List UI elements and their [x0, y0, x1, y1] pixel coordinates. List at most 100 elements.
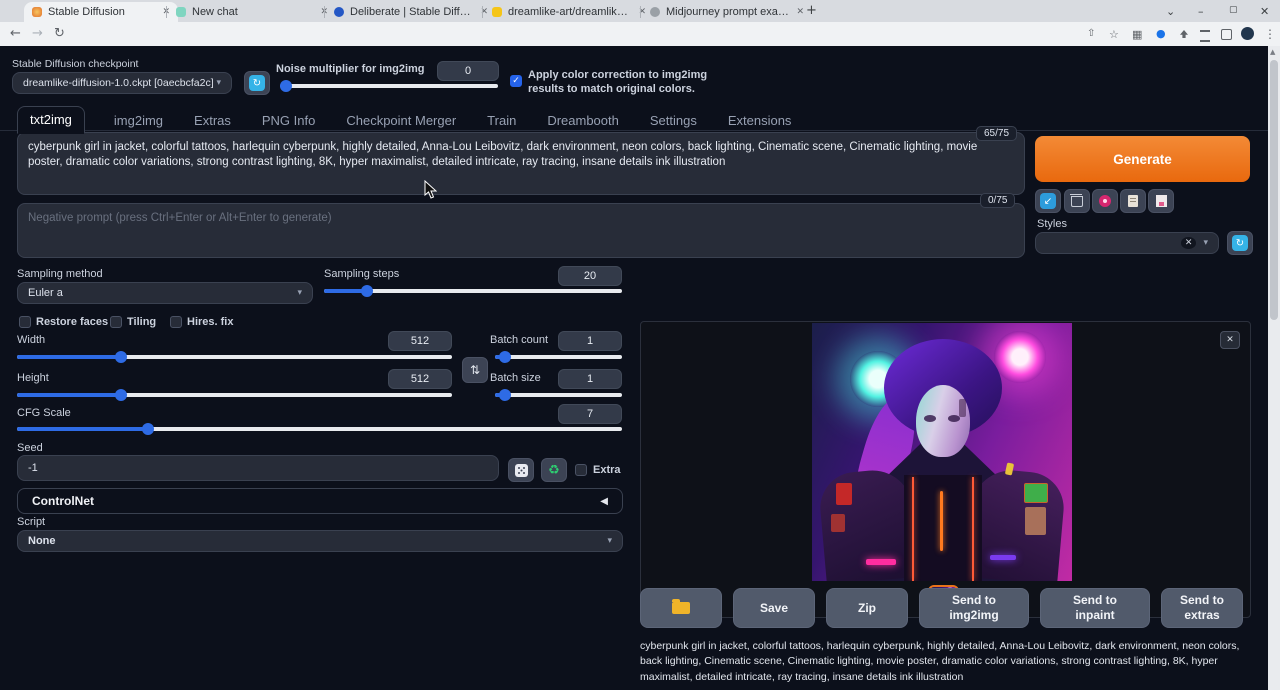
- save-style-button[interactable]: [1148, 189, 1174, 213]
- script-dropdown[interactable]: None ▾: [17, 530, 623, 552]
- slider-knob[interactable]: [115, 351, 127, 363]
- send-to-inpaint-button[interactable]: Send to inpaint: [1040, 588, 1150, 628]
- browser-tab-stable-diffusion[interactable]: Stable Diffusion ✕: [24, 2, 178, 22]
- scroll-up-icon[interactable]: ▲: [1270, 48, 1275, 56]
- tab-title: New chat: [192, 6, 314, 18]
- slider-knob[interactable]: [115, 389, 127, 401]
- batch-size-label: Batch size: [490, 372, 541, 384]
- slider-knob[interactable]: [361, 285, 373, 297]
- tabstrip-chevron-icon[interactable]: ⌄: [1166, 5, 1175, 18]
- batch-size-slider[interactable]: [495, 393, 622, 397]
- clear-prompt-button[interactable]: [1064, 189, 1090, 213]
- random-seed-button[interactable]: [508, 458, 534, 482]
- browser-menu-dots-icon[interactable]: ⋮: [1264, 27, 1276, 41]
- tab-txt2img[interactable]: txt2img: [17, 106, 85, 134]
- controlnet-accordion[interactable]: ControlNet ◀: [17, 488, 623, 514]
- reload-icon[interactable]: ↻: [54, 26, 65, 41]
- tiling-checkbox[interactable]: [110, 316, 122, 328]
- generated-image[interactable]: [812, 323, 1072, 581]
- prompt-textarea[interactable]: cyberpunk girl in jacket, colorful tatto…: [17, 132, 1025, 195]
- extra-networks-button[interactable]: [1092, 189, 1118, 213]
- cfg-scale-input[interactable]: [558, 404, 622, 424]
- prompt-token-counter: 65/75: [976, 126, 1017, 141]
- window-minimize-button[interactable]: –: [1198, 5, 1204, 18]
- batch-count-slider[interactable]: [495, 355, 622, 359]
- bookmark-star-icon[interactable]: ☆: [1109, 28, 1119, 41]
- checkpoint-refresh-button[interactable]: ↻: [244, 71, 270, 95]
- width-input[interactable]: [388, 331, 452, 351]
- browser-tab-midjourney[interactable]: Midjourney prompt examples : L ✕: [642, 2, 812, 22]
- close-preview-button[interactable]: ✕: [1220, 331, 1240, 349]
- slider-knob[interactable]: [142, 423, 154, 435]
- checkpoint-dropdown[interactable]: dreamlike-diffusion-1.0.ckpt [0aecbcfa2c…: [12, 72, 232, 94]
- back-icon[interactable]: ←: [10, 26, 21, 41]
- swap-dimensions-button[interactable]: ⇅: [462, 357, 488, 383]
- styles-refresh-button[interactable]: ↻: [1227, 231, 1253, 255]
- window-maximize-button[interactable]: ▢: [1229, 5, 1238, 15]
- reading-list-icon[interactable]: [1200, 30, 1210, 42]
- hires-fix-checkbox[interactable]: [170, 316, 182, 328]
- slider-knob[interactable]: [499, 351, 511, 363]
- new-tab-button[interactable]: +: [806, 3, 817, 18]
- open-folder-button[interactable]: [640, 588, 722, 628]
- height-slider[interactable]: [17, 393, 452, 397]
- image-detail: [972, 477, 974, 581]
- apply-style-button[interactable]: [1120, 189, 1146, 213]
- scrollbar-thumb[interactable]: [1270, 60, 1278, 320]
- slider-knob[interactable]: [280, 80, 292, 92]
- zip-button[interactable]: Zip: [826, 588, 908, 628]
- sampling-steps-input[interactable]: [558, 266, 622, 286]
- status-dot-icon[interactable]: ●: [1156, 27, 1166, 40]
- image-detail: [959, 399, 966, 417]
- sampling-steps-slider[interactable]: [324, 289, 622, 293]
- styles-dropdown[interactable]: ✕ ▾: [1035, 232, 1219, 254]
- slider-knob[interactable]: [499, 389, 511, 401]
- width-slider[interactable]: [17, 355, 452, 359]
- negative-prompt-textarea[interactable]: [17, 203, 1025, 258]
- height-input[interactable]: [388, 369, 452, 389]
- sampling-steps-label: Sampling steps: [324, 268, 399, 280]
- close-icon: ✕: [1226, 335, 1234, 345]
- batch-count-input[interactable]: [558, 331, 622, 351]
- media-grid-icon[interactable]: ▦: [1132, 28, 1142, 41]
- script-label: Script: [17, 516, 45, 528]
- styles-clear-icon[interactable]: ✕: [1181, 237, 1197, 249]
- sampling-method-dropdown[interactable]: Euler a ▾: [17, 282, 313, 304]
- noise-multiplier-slider[interactable]: [280, 84, 498, 88]
- batch-count-label: Batch count: [490, 334, 548, 346]
- extensions-pin-icon[interactable]: [1180, 30, 1188, 38]
- side-panel-icon[interactable]: [1221, 29, 1232, 40]
- color-correction-label: Apply color correction to img2img result…: [528, 68, 738, 96]
- tab-divider: [166, 6, 167, 18]
- chatgpt-favicon: [176, 7, 186, 17]
- browser-tab-deliberate[interactable]: Deliberate | Stable Diffusion Che ✕: [326, 2, 496, 22]
- profile-avatar[interactable]: [1241, 27, 1254, 40]
- send-to-extras-button[interactable]: Send to extras: [1161, 588, 1243, 628]
- browser-tab-dreamlike[interactable]: dreamlike-art/dreamlike-diffusio ✕: [484, 2, 654, 22]
- paste-params-button[interactable]: ↙: [1035, 189, 1061, 213]
- batch-size-input[interactable]: [558, 369, 622, 389]
- seed-input[interactable]: [17, 455, 499, 481]
- slider-fill: [17, 393, 121, 397]
- tab-divider: [640, 6, 641, 18]
- sampling-method-label: Sampling method: [17, 268, 103, 280]
- reuse-seed-button[interactable]: ♻: [541, 458, 567, 482]
- refresh-icon: ↻: [249, 75, 265, 91]
- tab-close-icon[interactable]: ✕: [796, 7, 804, 17]
- generate-button[interactable]: Generate: [1035, 136, 1250, 182]
- share-icon[interactable]: ⇧: [1087, 28, 1095, 39]
- extra-seed-checkbox[interactable]: [575, 464, 587, 476]
- send-to-img2img-button[interactable]: Send to img2img: [919, 588, 1029, 628]
- clipped-info-line: ▁▁▁ ▁▁ ▁▁▁▁ ▁▁ ▁▁▁ ▁▁▁▁▁▁▁▁▁▁▁▁▁: [640, 685, 1240, 690]
- save-button[interactable]: Save: [733, 588, 815, 628]
- window-close-button[interactable]: ✕: [1260, 5, 1269, 18]
- midjourney-favicon: [650, 7, 660, 17]
- slider-fill: [17, 427, 148, 431]
- color-correction-checkbox[interactable]: ✓: [510, 75, 522, 87]
- forward-icon[interactable]: →: [32, 26, 43, 41]
- cfg-scale-slider[interactable]: [17, 427, 622, 431]
- noise-multiplier-input[interactable]: [437, 61, 499, 81]
- browser-tab-new-chat[interactable]: New chat ✕: [168, 2, 336, 22]
- restore-faces-checkbox[interactable]: [19, 316, 31, 328]
- tab-title: Stable Diffusion: [48, 6, 156, 18]
